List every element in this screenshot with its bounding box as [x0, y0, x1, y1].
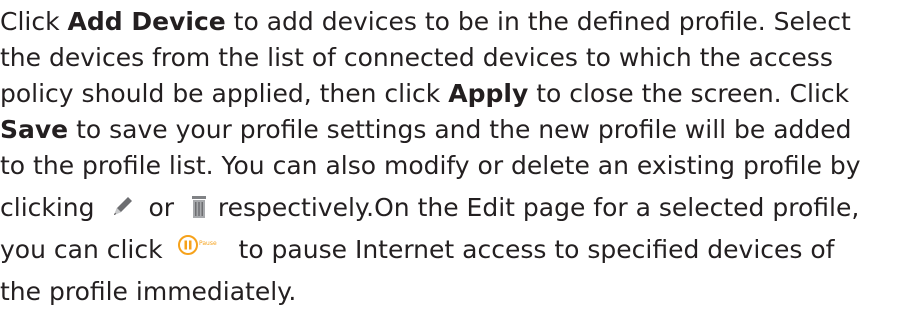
apply-label: Apply — [448, 79, 529, 108]
pause-icon: Pause — [177, 231, 217, 255]
trash-icon — [191, 193, 206, 218]
text-line-2: the devices from the list of connected d… — [0, 43, 833, 72]
text-line-5: to the profile list. You can also modify… — [0, 151, 861, 180]
pause-icon-label: Pause — [199, 240, 217, 247]
text-line-8: the profile immediately. — [0, 277, 297, 306]
text-line-3: policy should be applied, then click App… — [0, 79, 850, 108]
text-line-7: you can click Pause to pause Internet ac… — [0, 232, 835, 268]
text-line-1: Click Add Device to add devices to be in… — [0, 7, 851, 36]
text-line-6: clicking or respectively.On the Edit pag… — [0, 193, 860, 222]
pencil-icon — [110, 193, 134, 217]
save-label: Save — [0, 115, 69, 144]
text-line-4: Save to save your profile settings and t… — [0, 115, 852, 144]
add-device-label: Add Device — [67, 7, 226, 36]
